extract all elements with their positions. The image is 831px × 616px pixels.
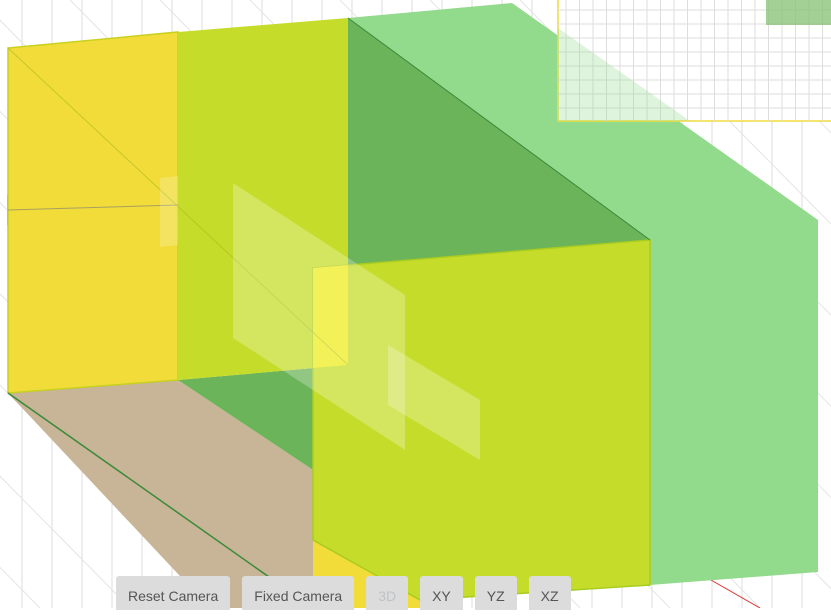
view-xy-button[interactable]: XY [420,576,463,610]
3d-viewport[interactable] [0,0,831,608]
reset-camera-button[interactable]: Reset Camera [116,576,231,610]
view-3d-button[interactable]: 3D [366,576,409,610]
yellow-front-face [7,31,179,394]
inset-view [557,0,831,122]
fixed-camera-button[interactable]: Fixed Camera [242,576,355,610]
camera-toolbar: Reset Camera Fixed Camera 3D XY YZ XZ [116,576,571,610]
translucent-panel [160,176,178,247]
view-xz-button[interactable]: XZ [528,576,571,610]
view-yz-button[interactable]: YZ [474,576,517,610]
